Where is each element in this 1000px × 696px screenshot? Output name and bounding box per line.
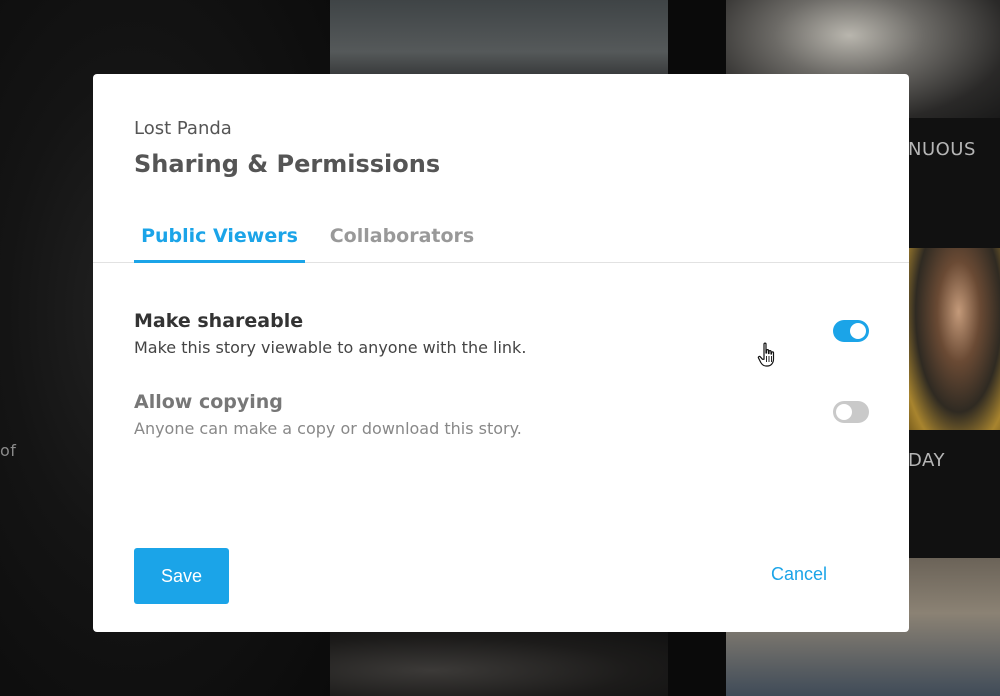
- setting-label: Make shareable: [134, 310, 304, 332]
- story-name: Lost Panda: [134, 118, 232, 139]
- tab-public-viewers[interactable]: Public Viewers: [134, 225, 305, 263]
- sharing-permissions-dialog: Lost Panda Sharing & Permissions Public …: [93, 74, 909, 632]
- background-tile-bottom-middle: [330, 632, 668, 696]
- make-shareable-toggle[interactable]: [833, 320, 869, 342]
- setting-label: Allow copying: [134, 391, 283, 413]
- toggle-knob: [836, 404, 852, 420]
- background-tile-caption: DAY: [908, 450, 945, 471]
- dialog-title: Sharing & Permissions: [134, 150, 441, 178]
- hand-pointer-icon: [757, 342, 775, 367]
- background-tile-caption: NUOUS: [908, 139, 976, 160]
- setting-allow-copying: Allow copying Anyone can make a copy or …: [134, 391, 869, 451]
- allow-copying-toggle[interactable]: [833, 401, 869, 423]
- background-tile-street: [330, 0, 1000, 74]
- save-button[interactable]: Save: [134, 548, 229, 604]
- setting-description: Anyone can make a copy or download this …: [134, 419, 522, 438]
- cancel-button[interactable]: Cancel: [771, 564, 827, 585]
- background-tile-caption: of: [0, 441, 17, 460]
- tab-collaborators[interactable]: Collaborators: [327, 225, 477, 263]
- permission-tabs: Public Viewers Collaborators: [93, 214, 909, 263]
- toggle-knob: [850, 323, 866, 339]
- background-tile-boy: [908, 248, 1000, 430]
